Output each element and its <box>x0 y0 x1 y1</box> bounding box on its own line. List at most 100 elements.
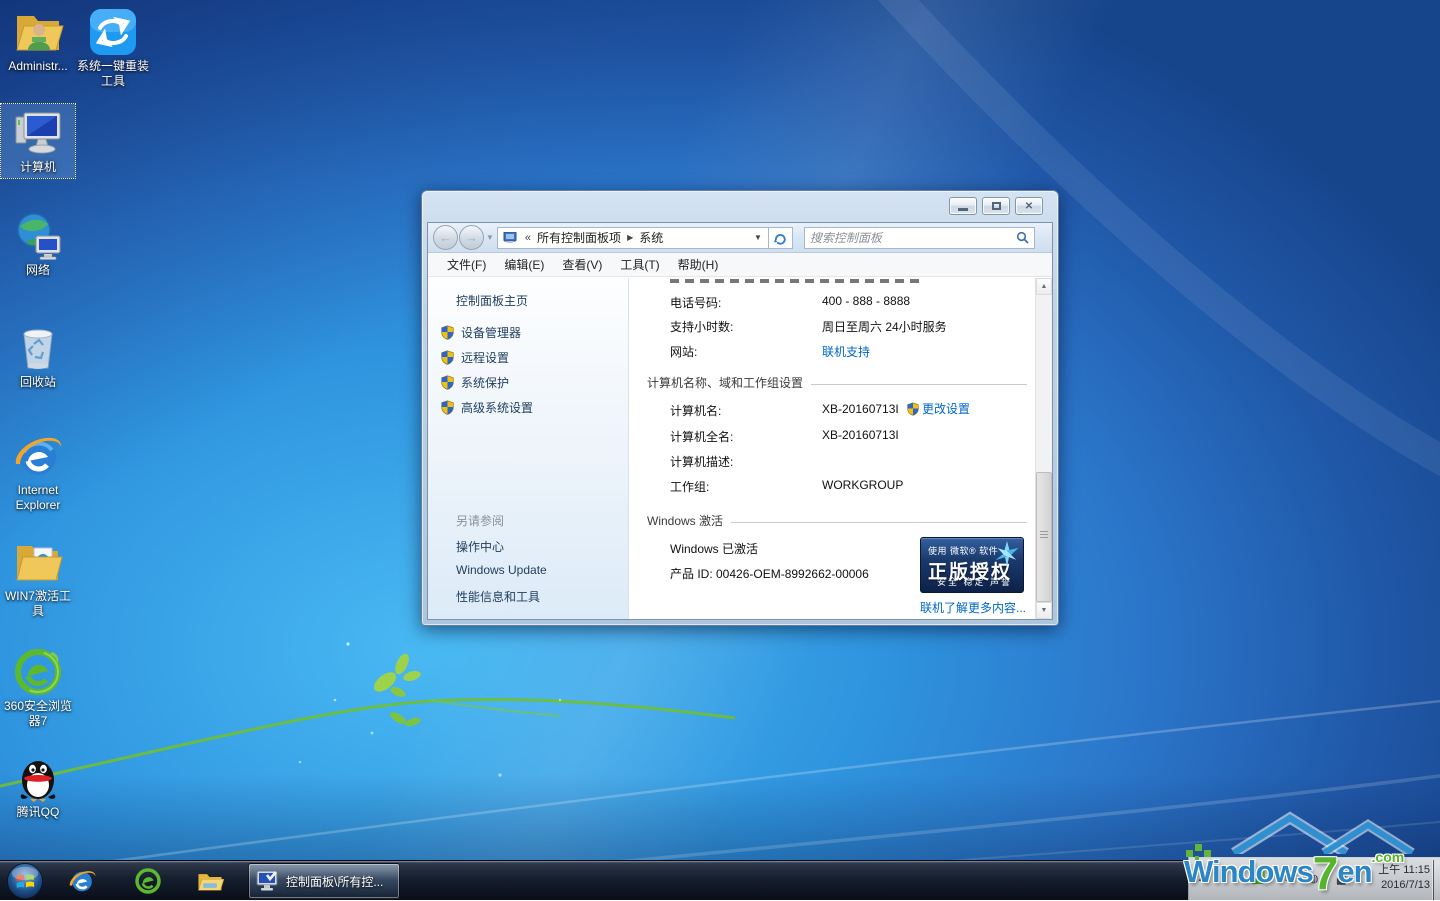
desktop-icon-label: 回收站 <box>1 375 75 390</box>
uac-shield-icon <box>441 375 454 390</box>
desktop-icon-label: Administr... <box>1 59 75 74</box>
swap-arrows-app-icon <box>87 6 139 58</box>
tray-update-icon[interactable]: ◍ <box>1309 872 1319 885</box>
scroll-up-button[interactable]: ▲ <box>1036 278 1052 295</box>
sidebar-task-label: 设备管理器 <box>461 324 521 341</box>
menu-edit[interactable]: 编辑(E) <box>497 253 551 276</box>
taskbar-360-browser[interactable] <box>126 861 170 901</box>
desktop-icon-network[interactable]: 网络 <box>1 210 75 278</box>
start-button[interactable] <box>2 861 48 901</box>
show-hidden-icons-icon[interactable]: ▲ <box>1197 874 1205 883</box>
forward-button[interactable]: → <box>459 225 484 250</box>
system-page-icon <box>503 232 517 244</box>
desktop-wallpaper: Administr... 系统一键重装工具 计算机 <box>0 0 1440 900</box>
desktop-icon-label: 网络 <box>1 263 75 278</box>
desktop-icon-recycle-bin[interactable]: 回收站 <box>1 322 75 390</box>
network-status-icon[interactable]: ▟ <box>1337 872 1345 885</box>
crumb-arrow-icon[interactable]: ▶ <box>627 233 633 242</box>
sidebar-advanced-system-settings[interactable]: 高级系统设置 <box>441 399 533 416</box>
action-center-check-icon[interactable]: ✓ <box>1251 870 1265 884</box>
desktop-icon-label: Internet Explorer <box>1 483 75 513</box>
scroll-down-button[interactable]: ▼ <box>1036 602 1052 619</box>
address-dropdown-icon[interactable]: ▼ <box>754 233 762 242</box>
address-bar[interactable]: « 所有控制面板项 ▶ 系统 ▼ <box>497 227 769 249</box>
task-button-label: 控制面板\所有控... <box>286 873 383 890</box>
phone-value: 400 - 888 - 8888 <box>822 294 910 308</box>
internet-explorer-icon <box>12 430 64 482</box>
sidebar-performance-tools[interactable]: 性能信息和工具 <box>456 588 540 605</box>
sidebar-system-protection[interactable]: 系统保护 <box>441 374 509 391</box>
sidebar-control-panel-home[interactable]: 控制面板主页 <box>456 292 528 309</box>
menu-help[interactable]: 帮助(H) <box>671 253 726 276</box>
close-button[interactable]: ✕ <box>1015 197 1043 215</box>
learn-more-online-link[interactable]: 联机了解更多内容... <box>920 599 1026 616</box>
desktop-icon-label: WIN7激活工具 <box>1 589 75 619</box>
pixel-decoration <box>1186 850 1193 857</box>
refresh-icon <box>773 231 787 245</box>
sidebar-action-center[interactable]: 操作中心 <box>456 538 504 555</box>
crumb-overflow-icon[interactable]: « <box>525 232 531 244</box>
menu-view[interactable]: 查看(V) <box>555 253 609 276</box>
phone-label: 电话号码: <box>670 294 721 311</box>
computer-name-section-header: 计算机名称、域和工作组设置 <box>647 374 1027 391</box>
product-id: 产品 ID: 00426-OEM-8992662-00006 <box>670 565 869 582</box>
genuine-star-icon <box>993 540 1021 568</box>
search-icon[interactable] <box>1016 231 1029 244</box>
navigation-toolbar: ← → ▼ « 所有控制面板项 ▶ 系统 ▼ <box>428 223 1052 253</box>
activator-folder-icon <box>12 536 64 588</box>
user-folder-icon <box>12 6 64 58</box>
sidebar-device-manager[interactable]: 设备管理器 <box>441 324 521 341</box>
taskbar-control-panel-task[interactable]: 控制面板\所有控... <box>248 863 400 899</box>
desktop-icon-reinstall-tool[interactable]: 系统一键重装工具 <box>76 6 150 89</box>
computer-name-label: 计算机名: <box>670 402 721 419</box>
full-name-label: 计算机全名: <box>670 428 733 445</box>
uac-shield-icon <box>441 350 454 365</box>
desktop-icon-administrator[interactable]: Administr... <box>1 6 75 74</box>
online-support-link[interactable]: 联机支持 <box>822 343 870 360</box>
show-desktop-button[interactable] <box>1432 860 1440 900</box>
menu-file[interactable]: 文件(F) <box>440 253 493 276</box>
sidebar-windows-update[interactable]: Windows Update <box>456 563 547 577</box>
breadcrumb-all-items[interactable]: 所有控制面板项 <box>535 228 623 247</box>
breadcrumb-system[interactable]: 系统 <box>637 228 665 247</box>
maximize-button[interactable] <box>982 197 1010 215</box>
sidebar-task-label: 高级系统设置 <box>461 399 533 416</box>
genuine-microsoft-badge: 使用 微软® 软件 正版授权 安全 稳定 声誉 <box>920 537 1024 593</box>
workgroup-value: WORKGROUP <box>822 478 903 492</box>
taskbar-clock[interactable]: 上午 11:15 2016/7/13 <box>1378 863 1430 893</box>
see-also-heading: 另请参阅 <box>456 512 504 529</box>
360-browser-icon <box>133 866 163 896</box>
uac-shield-icon <box>441 325 454 340</box>
menu-tools[interactable]: 工具(T) <box>613 253 666 276</box>
desktop-icon-tencent-qq[interactable]: 腾讯QQ <box>1 752 75 820</box>
change-settings-link[interactable]: 更改设置 <box>907 400 970 417</box>
desktop-icon-computer[interactable]: 计算机 <box>1 104 75 178</box>
clipped-text-row <box>670 279 922 283</box>
back-button[interactable]: ← <box>433 225 458 250</box>
sidebar-remote-settings[interactable]: 远程设置 <box>441 349 509 366</box>
refresh-button[interactable] <box>769 227 793 249</box>
scrollbar-thumb[interactable] <box>1036 472 1052 602</box>
desktop-icon-360-browser[interactable]: 360安全浏览器7 <box>1 646 75 729</box>
network-globe-icon <box>12 210 64 262</box>
system-control-panel-window: ✕ ← → ▼ « 所有控制面板项 ▶ 系统 <box>421 190 1059 626</box>
recent-pages-dropdown-icon[interactable]: ▼ <box>486 233 494 242</box>
taskbar-internet-explorer[interactable] <box>60 861 104 901</box>
search-input[interactable]: 搜索控制面板 <box>804 227 1035 249</box>
sidebar-task-label: 远程设置 <box>461 349 509 366</box>
taskbar-windows-explorer[interactable] <box>188 861 232 901</box>
clock-time: 上午 11:15 <box>1378 863 1430 878</box>
system-tray: ▲ ✓ ⚿ ◍ ▟ 上午 11:15 2016/7/13 <box>1188 857 1440 900</box>
menu-bar: 文件(F) 编辑(E) 查看(V) 工具(T) 帮助(H) <box>428 253 1052 277</box>
vertical-scrollbar[interactable]: ▲ ▼ <box>1035 278 1052 619</box>
recycle-bin-icon <box>12 322 64 374</box>
pixel-decoration <box>1204 850 1211 857</box>
minimize-button[interactable] <box>949 197 977 215</box>
desktop-icon-internet-explorer[interactable]: Internet Explorer <box>1 430 75 513</box>
tray-key-icon[interactable]: ⚿ <box>1285 872 1293 885</box>
clock-date: 2016/7/13 <box>1378 878 1430 893</box>
desktop-icon-win7-activator[interactable]: WIN7激活工具 <box>1 536 75 619</box>
computer-icon <box>12 107 64 159</box>
system-info-panel: 电话号码: 400 - 888 - 8888 支持小时数: 周日至周六 24小时… <box>630 278 1035 619</box>
window-caption-buttons: ✕ <box>949 197 1043 215</box>
